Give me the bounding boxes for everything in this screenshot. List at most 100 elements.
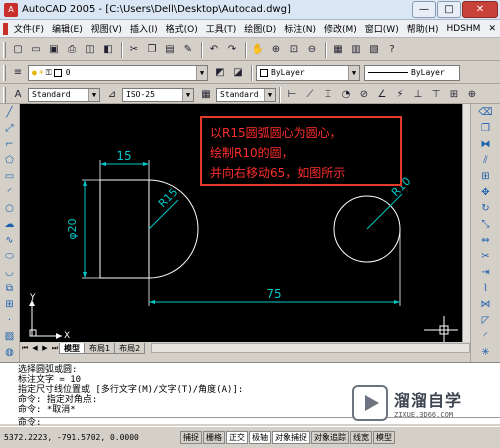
dim-radius-icon[interactable]: ◔ bbox=[338, 87, 354, 103]
make-block-icon[interactable]: ⊞ bbox=[2, 298, 18, 311]
menu-insert[interactable]: 插入(I) bbox=[126, 22, 162, 35]
match-properties-icon[interactable]: ✎ bbox=[180, 42, 196, 58]
tool-palettes-icon[interactable]: ▧ bbox=[366, 42, 382, 58]
tolerance-icon[interactable]: ⊞ bbox=[446, 87, 462, 103]
insert-block-icon[interactable]: ⧉ bbox=[2, 282, 18, 295]
tab-layout1[interactable]: 布局1 bbox=[84, 342, 116, 354]
design-center-icon[interactable]: ▥ bbox=[348, 42, 364, 58]
menu-view[interactable]: 视图(V) bbox=[87, 22, 126, 35]
osnap-toggle[interactable]: 对象捕捉 bbox=[272, 431, 310, 444]
save-icon[interactable]: ▣ bbox=[46, 42, 62, 58]
erase-icon[interactable]: ⌫ bbox=[478, 106, 494, 119]
rotate-icon[interactable]: ↻ bbox=[478, 202, 494, 215]
menu-modify[interactable]: 修改(M) bbox=[320, 22, 361, 35]
dim-linear-icon[interactable]: ⊢ bbox=[284, 87, 300, 103]
point-icon[interactable]: · bbox=[2, 314, 18, 327]
dim-aligned-icon[interactable]: ⟋ bbox=[302, 87, 318, 103]
close-button[interactable]: ✕ bbox=[462, 1, 498, 18]
dim-diameter-icon[interactable]: ⊘ bbox=[356, 87, 372, 103]
dim-ordinate-icon[interactable]: ⌶ bbox=[320, 87, 336, 103]
scale-icon[interactable]: ⤡ bbox=[478, 218, 494, 231]
revision-cloud-icon[interactable]: ☁ bbox=[2, 218, 18, 231]
first-tab-icon[interactable]: ⏮ bbox=[20, 343, 30, 353]
tab-model[interactable]: 模型 bbox=[59, 342, 85, 354]
chevron-down-icon[interactable]: ▼ bbox=[264, 88, 275, 101]
make-current-layer-icon[interactable]: ◩ bbox=[212, 65, 228, 81]
table-style-icon[interactable]: ▦ bbox=[198, 87, 214, 103]
pan-icon[interactable]: ✋ bbox=[250, 42, 266, 58]
tab-layout2[interactable]: 布局2 bbox=[114, 342, 146, 354]
lineweight-toggle[interactable]: 线宽 bbox=[350, 431, 372, 444]
cut-icon[interactable]: ✂ bbox=[126, 42, 142, 58]
prev-tab-icon[interactable]: ◀ bbox=[30, 343, 40, 353]
table-style-select[interactable]: Standard ▼ bbox=[216, 87, 276, 102]
dim-baseline-icon[interactable]: ⊥ bbox=[410, 87, 426, 103]
text-style-icon[interactable]: A bbox=[10, 87, 26, 103]
text-style-select[interactable]: Standard ▼ bbox=[28, 87, 100, 102]
print-icon[interactable]: ⎙ bbox=[64, 42, 80, 58]
copy-icon[interactable]: ❐ bbox=[144, 42, 160, 58]
move-icon[interactable]: ✥ bbox=[478, 186, 494, 199]
maximize-button[interactable]: □ bbox=[437, 1, 461, 18]
print-preview-icon[interactable]: ◫ bbox=[82, 42, 98, 58]
ortho-toggle[interactable]: 正交 bbox=[226, 431, 248, 444]
center-mark-icon[interactable]: ⊕ bbox=[464, 87, 480, 103]
stretch-icon[interactable]: ⇔ bbox=[478, 234, 494, 247]
hatch-icon[interactable]: ▨ bbox=[2, 330, 18, 343]
line-icon[interactable]: ╱ bbox=[2, 106, 18, 119]
layer-select[interactable]: ● ☀ ⚿ 0 ▼ bbox=[28, 64, 208, 81]
menu-draw[interactable]: 绘图(D) bbox=[240, 22, 280, 35]
new-file-icon[interactable]: ▢ bbox=[10, 42, 26, 58]
vertical-scrollbar[interactable] bbox=[462, 104, 470, 342]
menu-close-button[interactable]: ✕ bbox=[484, 24, 500, 34]
chevron-down-icon[interactable]: ▼ bbox=[88, 88, 99, 101]
spline-icon[interactable]: ∿ bbox=[2, 234, 18, 247]
arc-icon[interactable]: ◜ bbox=[2, 186, 18, 199]
properties-icon[interactable]: ▦ bbox=[330, 42, 346, 58]
paste-icon[interactable]: ▤ bbox=[162, 42, 178, 58]
polyline-icon[interactable]: ⌐ bbox=[2, 138, 18, 151]
menu-help[interactable]: 帮助(H) bbox=[403, 22, 443, 35]
zoom-realtime-icon[interactable]: ⊕ bbox=[268, 42, 284, 58]
rectangle-icon[interactable]: ▭ bbox=[2, 170, 18, 183]
join-icon[interactable]: ⋈ bbox=[478, 298, 494, 311]
menu-tools[interactable]: 工具(T) bbox=[202, 22, 241, 35]
linetype-select[interactable]: ByLayer bbox=[364, 64, 460, 81]
snap-toggle[interactable]: 捕捉 bbox=[180, 431, 202, 444]
offset-icon[interactable]: ⫽ bbox=[478, 154, 494, 167]
dim-angular-icon[interactable]: ∠ bbox=[374, 87, 390, 103]
copy-object-icon[interactable]: ❐ bbox=[478, 122, 494, 135]
layer-manager-icon[interactable]: ≡ bbox=[10, 65, 26, 81]
circle-icon[interactable]: ○ bbox=[2, 202, 18, 215]
menu-format[interactable]: 格式(O) bbox=[162, 22, 202, 35]
minimize-button[interactable]: — bbox=[412, 1, 436, 18]
help-icon[interactable]: ? bbox=[384, 42, 400, 58]
extend-icon[interactable]: ⇥ bbox=[478, 266, 494, 279]
next-tab-icon[interactable]: ▶ bbox=[40, 343, 50, 353]
dim-style-icon[interactable]: ⊿ bbox=[104, 87, 120, 103]
explode-icon[interactable]: ✳ bbox=[478, 346, 494, 359]
undo-icon[interactable]: ↶ bbox=[206, 42, 222, 58]
ellipse-icon[interactable]: ⬭ bbox=[2, 250, 18, 263]
dim-continue-icon[interactable]: ⊤ bbox=[428, 87, 444, 103]
menu-window[interactable]: 窗口(W) bbox=[361, 22, 403, 35]
menu-dimension[interactable]: 标注(N) bbox=[280, 22, 320, 35]
dim-style-select[interactable]: ISO-25 ▼ bbox=[122, 87, 194, 102]
fillet-icon[interactable]: ◜ bbox=[478, 330, 494, 343]
construction-line-icon[interactable]: ⤢ bbox=[2, 122, 18, 135]
ellipse-arc-icon[interactable]: ◡ bbox=[2, 266, 18, 279]
redo-icon[interactable]: ↷ bbox=[224, 42, 240, 58]
color-select[interactable]: ByLayer ▼ bbox=[256, 64, 360, 81]
polar-toggle[interactable]: 极轴 bbox=[249, 431, 271, 444]
array-icon[interactable]: ⊞ bbox=[478, 170, 494, 183]
polygon-icon[interactable]: ⬠ bbox=[2, 154, 18, 167]
chevron-down-icon[interactable]: ▼ bbox=[348, 65, 359, 80]
chevron-down-icon[interactable]: ▼ bbox=[182, 88, 193, 101]
quick-dim-icon[interactable]: ⚡ bbox=[392, 87, 408, 103]
trim-icon[interactable]: ✂ bbox=[478, 250, 494, 263]
menu-hdshm[interactable]: HDSHM bbox=[443, 24, 485, 34]
zoom-previous-icon[interactable]: ⊖ bbox=[304, 42, 320, 58]
chevron-down-icon[interactable]: ▼ bbox=[196, 65, 207, 80]
layer-previous-icon[interactable]: ◪ bbox=[230, 65, 246, 81]
grid-toggle[interactable]: 栅格 bbox=[203, 431, 225, 444]
